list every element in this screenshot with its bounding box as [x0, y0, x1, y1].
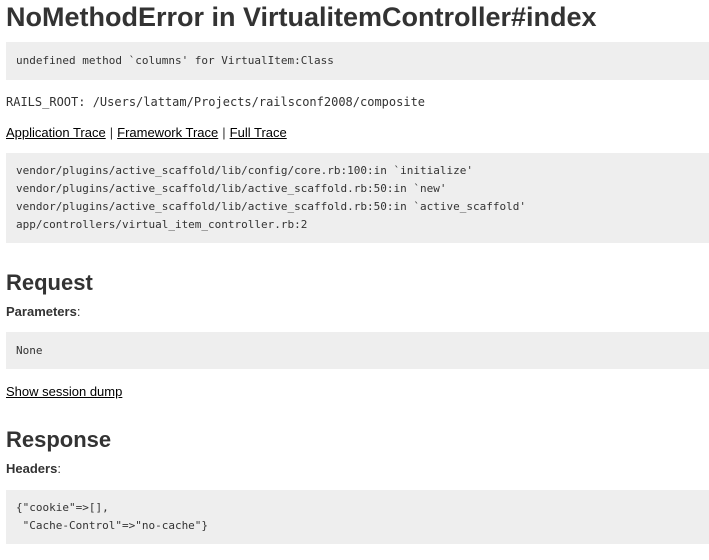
trace-line: vendor/plugins/active_scaffold/lib/activ… [16, 200, 526, 213]
trace-line: app/controllers/virtual_item_controller.… [16, 218, 308, 231]
framework-trace-link[interactable]: Framework Trace [117, 125, 218, 140]
trace-links: Application Trace | Framework Trace | Full T… [6, 125, 709, 141]
application-trace-link[interactable]: Application Trace [6, 125, 106, 140]
error-message: undefined method `columns' for VirtualIt… [6, 42, 709, 80]
trace-box: vendor/plugins/active_scaffold/lib/confi… [6, 153, 709, 243]
parameters-colon: : [76, 304, 81, 319]
response-heading: Response [6, 427, 112, 452]
headers-label: Headers: [6, 461, 709, 477]
parameters-label-text: Parameters [6, 304, 77, 319]
header-line: "Cache-Control"=>"no-cache"} [16, 519, 209, 532]
trace-line: vendor/plugins/active_scaffold/lib/confi… [16, 164, 473, 177]
full-trace-link[interactable]: Full Trace [230, 125, 287, 140]
parameters-label: Parameters: [6, 304, 709, 320]
link-separator: | [222, 125, 226, 140]
show-session-dump-link[interactable]: Show session dump [6, 384, 122, 399]
trace-line: vendor/plugins/active_scaffold/lib/activ… [16, 182, 447, 195]
session-dump-row: Show session dump [6, 384, 709, 400]
link-separator: | [109, 125, 114, 140]
headers-dump: {"cookie"=>[], "Cache-Control"=>"no-cach… [6, 490, 709, 544]
parameters-dump: None [6, 332, 709, 369]
rails-root: RAILS_ROOT: /Users/lattam/Projects/rails… [6, 95, 426, 109]
error-page: NoMethodError in VirtualitemController#i… [0, 0, 709, 544]
headers-label-text: Headers [6, 461, 58, 476]
header-line: {"cookie"=>[], [16, 501, 109, 514]
page-title: NoMethodError in VirtualitemController#i… [6, 2, 597, 32]
headers-colon: : [57, 461, 61, 476]
request-heading: Request [6, 270, 93, 295]
